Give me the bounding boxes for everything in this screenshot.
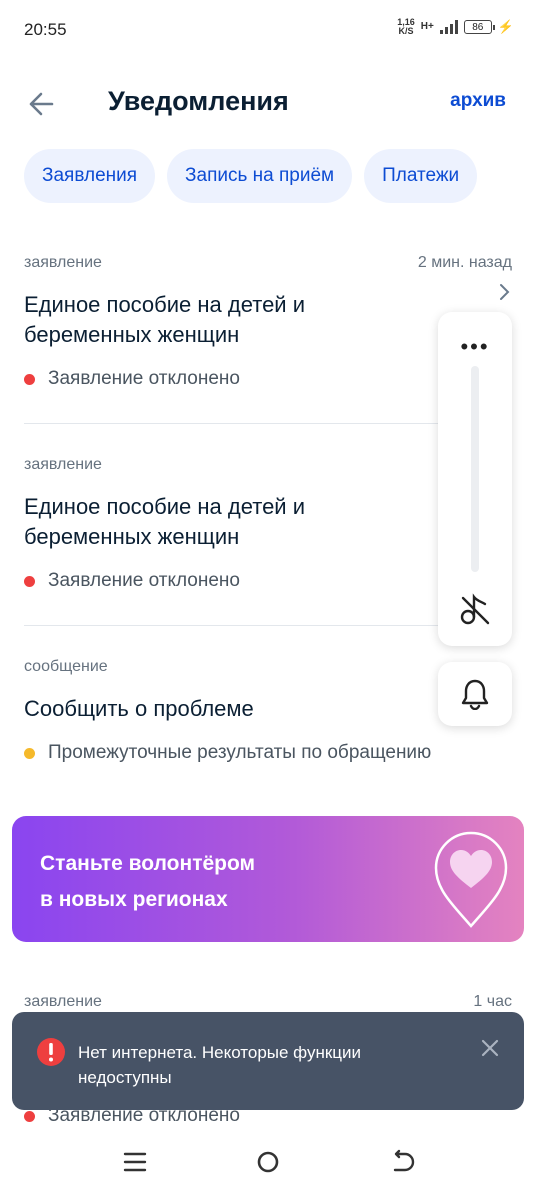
toast-line: Нет интернета. Некоторые функции — [78, 1043, 362, 1062]
banner-text: Станьте волонтёром в новых регионах — [40, 846, 255, 918]
status-indicators: 1,16 K/S H+ 86 ⚡ — [397, 18, 514, 36]
notification-status-text: Промежуточные результаты по обращению — [48, 742, 432, 763]
error-icon — [37, 1038, 65, 1066]
notification-time: 2 мин. назад — [417, 254, 512, 271]
filter-chips: Заявления Запись на приём Платежи — [24, 149, 478, 203]
net-speed-unit: K/S — [398, 26, 414, 36]
status-dot — [24, 747, 35, 759]
no-internet-toast: Нет интернета. Некоторые функции недосту… — [12, 1012, 524, 1110]
bell-icon — [461, 679, 489, 710]
notification-title-line: Единое пособие на детей и — [24, 292, 305, 317]
banner-line: в новых регионах — [40, 888, 228, 911]
charging-icon: ⚡ — [497, 19, 514, 34]
chip-appointments[interactable]: Запись на приём — [167, 149, 353, 203]
status-dot — [24, 373, 35, 385]
status-dot — [24, 1110, 35, 1122]
battery-icon: 86 — [463, 20, 495, 34]
volunteer-banner[interactable]: Станьте волонтёром в новых регионах — [12, 816, 524, 942]
page-title: Уведомления — [108, 86, 289, 116]
notification-status-text: Заявление отклонено — [48, 570, 240, 591]
battery-level: 86 — [472, 22, 484, 33]
notification-time: 1 час — [473, 993, 512, 1010]
notification-type: заявление — [24, 993, 102, 1010]
panel-slider-track[interactable] — [471, 366, 479, 572]
toast-line: недоступны — [78, 1068, 172, 1087]
network-type: H+ — [420, 21, 434, 32]
heart-pin-icon — [434, 831, 508, 928]
back-button[interactable] — [22, 84, 62, 124]
floating-side-panel: ••• — [438, 312, 512, 646]
toast-message: Нет интернета. Некоторые функции недосту… — [78, 1040, 438, 1090]
signal-icon — [439, 20, 458, 34]
notification-status-text: Заявление отклонено — [48, 368, 240, 389]
status-bar: 20:55 1,16 K/S H+ 86 ⚡ — [0, 0, 536, 60]
app-header: Уведомления архив — [0, 80, 536, 126]
chip-applications[interactable]: Заявления — [24, 149, 156, 203]
back-nav-icon[interactable] — [388, 1148, 416, 1176]
home-icon[interactable] — [254, 1148, 282, 1176]
more-icon[interactable]: ••• — [438, 334, 512, 360]
menu-icon[interactable] — [122, 1148, 148, 1176]
net-speed: 1,16 K/S — [397, 18, 415, 36]
close-icon[interactable] — [480, 1038, 500, 1058]
status-time: 20:55 — [24, 20, 67, 39]
status-dot — [24, 575, 35, 587]
archive-link[interactable]: архив — [450, 90, 506, 112]
system-nav-bar — [0, 1136, 536, 1200]
banner-line: Станьте волонтёром — [40, 852, 256, 875]
chevron-right-icon — [500, 284, 510, 300]
music-off-icon[interactable] — [458, 592, 492, 626]
chip-payments[interactable]: Платежи — [364, 149, 478, 203]
notification-status: Промежуточные результаты по обращению — [24, 742, 512, 764]
bell-button[interactable] — [438, 662, 512, 726]
arrow-left-icon — [29, 92, 54, 116]
